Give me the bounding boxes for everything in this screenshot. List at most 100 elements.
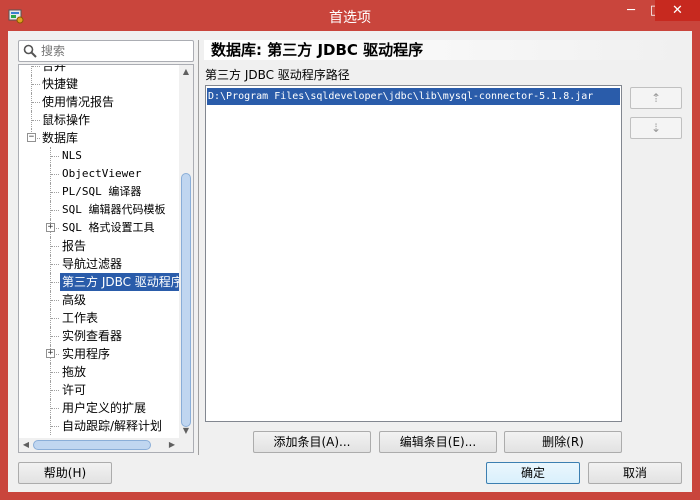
tree-item[interactable]: 使用情况报告 <box>19 93 181 111</box>
scroll-left-icon[interactable]: ◀ <box>19 438 33 452</box>
tree-connector <box>51 426 59 427</box>
move-up-button[interactable]: ⇡ <box>630 87 682 109</box>
tree-item-label: 鼠标操作 <box>42 113 91 127</box>
tree-item-label: 许可 <box>62 383 87 397</box>
tree-item-label: NLS <box>62 149 82 162</box>
tree-item-label: 报告 <box>62 239 87 253</box>
tree-item[interactable]: 高级 <box>19 291 181 309</box>
tree-item-label: 拖放 <box>62 365 87 379</box>
tree-item[interactable]: 合并 <box>19 64 181 75</box>
tree-connector <box>51 336 59 337</box>
collapse-icon[interactable]: − <box>27 133 36 142</box>
tree-connector <box>50 309 51 327</box>
tree-item[interactable]: 许可 <box>19 381 181 399</box>
minimize-button[interactable]: ─ <box>617 0 645 21</box>
tree-connector <box>51 264 59 265</box>
hscroll-thumb[interactable] <box>33 440 151 450</box>
tree-connector <box>50 327 51 345</box>
tree-item-label: 合并 <box>42 64 67 73</box>
delete-button[interactable]: 删除(R) <box>504 431 622 453</box>
tree-item[interactable]: 鼠标操作 <box>19 111 181 129</box>
tree-item[interactable]: NLS <box>19 147 181 165</box>
tree-item-label: 导航过滤器 <box>62 257 123 271</box>
tree-item-label: ObjectViewer <box>62 167 142 180</box>
tree-item-label: 工作表 <box>62 311 99 325</box>
tree-item-label: 实用程序 <box>62 347 111 361</box>
help-button[interactable]: 帮助(H) <box>18 462 112 484</box>
tree-item[interactable]: 第三方 JDBC 驱动程序 <box>19 273 187 291</box>
tree-item[interactable]: ObjectViewer <box>19 165 181 183</box>
tree-connector <box>51 192 59 193</box>
tree-connector <box>51 246 59 247</box>
tree-item-label: 快捷键 <box>42 77 79 91</box>
tree-connector <box>51 300 59 301</box>
tree-connector <box>51 210 59 211</box>
tree-horizontal-scrollbar[interactable]: ◀ ▶ <box>19 438 179 452</box>
tree-connector <box>50 291 51 309</box>
move-down-button[interactable]: ⇣ <box>630 117 682 139</box>
tree-item-label: SQL 编辑器代码模板 <box>62 203 166 216</box>
tree-connector <box>51 408 59 409</box>
tree-item[interactable]: PL/SQL 编译器 <box>19 183 181 201</box>
ok-button[interactable]: 确定 <box>486 462 580 484</box>
tree-item[interactable]: SQL 编辑器代码模板 <box>19 201 181 219</box>
tree-item-label: 第三方 JDBC 驱动程序 <box>60 273 187 291</box>
dialog-body: 合并快捷键使用情况报告鼠标操作−数据库NLSObjectViewerPL/SQL… <box>8 31 692 492</box>
scroll-corner <box>179 438 193 452</box>
scroll-right-icon[interactable]: ▶ <box>165 438 179 452</box>
tree-connector <box>50 147 51 165</box>
cancel-button[interactable]: 取消 <box>588 462 682 484</box>
tree-item[interactable]: 导航过滤器 <box>19 255 181 273</box>
list-item[interactable]: D:\Program Files\sqldeveloper\jdbc\lib\m… <box>207 88 620 105</box>
title-bar: 首选项 ─ □ ✕ <box>0 0 700 32</box>
scroll-thumb[interactable] <box>181 173 191 427</box>
tree-item[interactable]: + SQL 格式设置工具 <box>19 219 181 237</box>
tree-connector <box>31 111 32 129</box>
tree-item-label: 使用情况报告 <box>42 95 115 109</box>
scroll-down-icon[interactable]: ▼ <box>179 424 193 438</box>
tree-connector <box>32 66 40 67</box>
driver-path-list[interactable]: D:\Program Files\sqldeveloper\jdbc\lib\m… <box>205 85 622 422</box>
expand-icon[interactable]: + <box>46 223 55 232</box>
edit-entry-button[interactable]: 编辑条目(E)... <box>379 431 497 453</box>
pane-splitter[interactable] <box>198 40 199 455</box>
tree-item[interactable]: − 数据库 <box>19 129 181 147</box>
search-input[interactable] <box>41 43 191 59</box>
expand-icon[interactable]: + <box>46 349 55 358</box>
tree-item-label: 高级 <box>62 293 87 307</box>
tree-connector <box>31 93 32 111</box>
tree-item-label: 数据库 <box>42 131 79 145</box>
tree-item[interactable]: 拖放 <box>19 363 181 381</box>
tree-item-label: SQL 格式设置工具 <box>62 221 155 234</box>
tree-connector <box>50 381 51 399</box>
tree-item[interactable]: 工作表 <box>19 309 181 327</box>
close-button[interactable]: ✕ <box>655 0 700 21</box>
tree-connector <box>51 174 59 175</box>
search-box[interactable] <box>18 40 194 62</box>
tree-item-label: PL/SQL 编译器 <box>62 185 142 198</box>
search-icon <box>23 44 37 58</box>
tree-item[interactable]: 用户定义的扩展 <box>19 399 181 417</box>
tree-item-label: 自动跟踪/解释计划 <box>62 419 163 433</box>
tree-item[interactable]: 实例查看器 <box>19 327 181 345</box>
tree-item[interactable]: + 实用程序 <box>19 345 181 363</box>
tree-connector <box>50 183 51 201</box>
tree-item[interactable]: 快捷键 <box>19 75 181 93</box>
tree-connector <box>50 273 51 291</box>
tree-connector <box>32 102 40 103</box>
tree-connector <box>51 282 59 283</box>
tree-connector <box>50 237 51 255</box>
tree-connector <box>31 65 32 75</box>
tree-connector <box>50 255 51 273</box>
tree-item[interactable]: 自动跟踪/解释计划 <box>19 417 181 435</box>
tree-vertical-scrollbar[interactable]: ▲ ▼ <box>179 65 193 438</box>
tree-item[interactable]: 报告 <box>19 237 181 255</box>
scroll-up-icon[interactable]: ▲ <box>179 65 193 79</box>
tree-item-label: 实例查看器 <box>62 329 123 343</box>
tree-connector <box>51 156 59 157</box>
add-entry-button[interactable]: 添加条目(A)... <box>253 431 371 453</box>
tree-list: 合并 快捷键 使用情况报告 鼠标操作 − 数据库 NLS ObjectViewer PL/SQL… <box>19 64 187 435</box>
tree-connector <box>50 363 51 381</box>
window-title: 首选项 <box>329 10 371 26</box>
tree-connector <box>50 417 51 435</box>
